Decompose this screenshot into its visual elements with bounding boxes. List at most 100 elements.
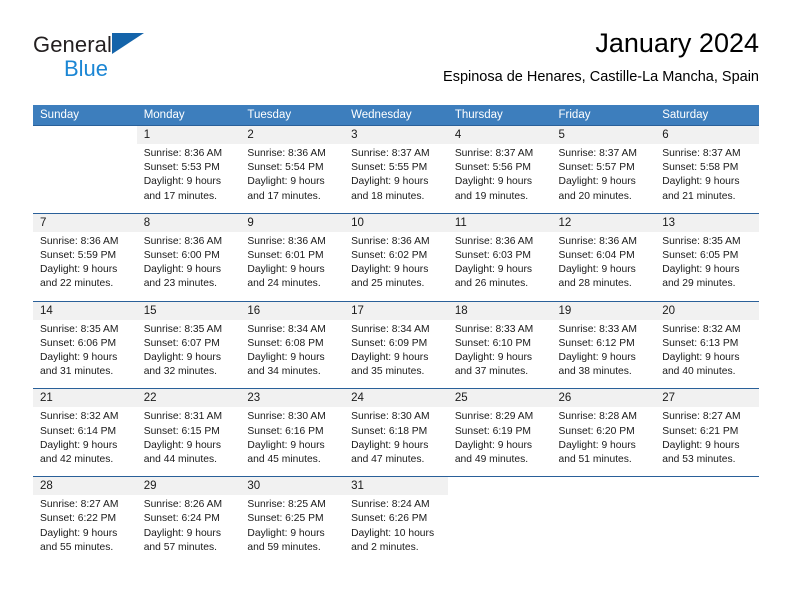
day-cell[interactable]: Sunrise: 8:34 AM Sunset: 6:09 PM Daylight:… <box>344 319 448 389</box>
daylight-text-cont: and 19 minutes. <box>454 190 529 202</box>
day-cell[interactable]: Sunrise: 8:32 AM Sunset: 6:14 PM Daylight:… <box>33 407 137 477</box>
daylight-text: Daylight: 9 hours <box>662 352 740 364</box>
sunrise-text: Sunrise: 8:27 AM <box>40 499 119 511</box>
day-cell[interactable]: Sunrise: 8:36 AM Sunset: 6:01 PM Daylight:… <box>240 231 345 302</box>
day-number[interactable]: 25 <box>447 388 552 408</box>
day-cell[interactable]: Sunrise: 8:36 AM Sunset: 5:54 PM Daylight:… <box>240 144 345 214</box>
triangle-icon <box>111 33 144 54</box>
day-number[interactable]: 24 <box>344 388 448 408</box>
day-number[interactable]: 23 <box>240 388 345 408</box>
day-cell[interactable]: Sunrise: 8:37 AM Sunset: 5:56 PM Daylight:… <box>447 144 552 214</box>
day-number[interactable]: 14 <box>33 301 137 320</box>
day-cell[interactable]: Sunrise: 8:35 AM Sunset: 6:07 PM Daylight:… <box>136 319 241 389</box>
day-number[interactable]: 16 <box>240 301 345 320</box>
day-number[interactable]: 8 <box>136 213 241 232</box>
day-cell[interactable]: Sunrise: 8:37 AM Sunset: 5:58 PM Daylight:… <box>655 144 759 214</box>
day-number[interactable]: 2 <box>240 125 345 144</box>
day-cell[interactable]: Sunrise: 8:31 AM Sunset: 6:15 PM Daylight:… <box>136 407 241 477</box>
day-cell[interactable]: Sunrise: 8:24 AM Sunset: 6:26 PM Daylight:… <box>344 495 448 565</box>
daylight-text: Daylight: 9 hours <box>558 176 636 188</box>
day-number[interactable]: 21 <box>33 388 137 408</box>
day-number[interactable]: 12 <box>551 213 656 232</box>
day-number[interactable]: 4 <box>447 125 552 144</box>
daylight-text: Daylight: 9 hours <box>143 264 221 276</box>
day-number[interactable]: 26 <box>551 388 656 408</box>
daylight-text: Daylight: 9 hours <box>247 176 325 188</box>
day-cell[interactable]: Sunrise: 8:36 AM Sunset: 5:59 PM Daylight:… <box>33 231 137 302</box>
day-cell[interactable]: Sunrise: 8:35 AM Sunset: 6:05 PM Daylight:… <box>655 231 759 302</box>
logo-word-blue: Blue <box>64 56 109 81</box>
day-number[interactable]: 31 <box>344 476 448 496</box>
day-cell[interactable]: Sunrise: 8:30 AM Sunset: 6:16 PM Daylight:… <box>240 407 345 477</box>
day-number[interactable]: 11 <box>447 213 552 232</box>
daylight-text-cont: and 28 minutes. <box>558 278 632 290</box>
day-cell[interactable]: Sunrise: 8:36 AM Sunset: 6:03 PM Daylight:… <box>447 231 552 302</box>
day-cell[interactable]: Sunrise: 8:30 AM Sunset: 6:18 PM Daylight:… <box>344 407 448 477</box>
daylight-text: Daylight: 9 hours <box>558 352 636 364</box>
day-number[interactable]: 30 <box>240 476 345 496</box>
week-detail-row: Sunrise: 8:36 AM Sunset: 5:59 PM Daylight:… <box>33 231 759 302</box>
title-block: January 2024 Espinosa de Henares, Castil… <box>443 26 759 88</box>
day-cell[interactable]: Sunrise: 8:36 AM Sunset: 6:02 PM Daylight:… <box>344 231 448 302</box>
day-number[interactable]: 6 <box>655 125 759 144</box>
day-cell[interactable]: Sunrise: 8:36 AM Sunset: 6:04 PM Daylight:… <box>551 231 656 302</box>
weekday-header-saturday: Saturday <box>655 105 759 126</box>
day-number[interactable]: 22 <box>136 388 241 408</box>
weekday-header-row: Sunday Monday Tuesday Wednesday Thursday… <box>33 105 759 126</box>
day-cell[interactable]: Sunrise: 8:25 AM Sunset: 6:25 PM Daylight:… <box>240 495 345 565</box>
day-number[interactable]: 18 <box>447 301 552 320</box>
sunrise-text: Sunrise: 8:34 AM <box>247 323 326 335</box>
sunrise-text: Sunrise: 8:31 AM <box>143 411 223 423</box>
day-cell[interactable]: Sunrise: 8:26 AM Sunset: 6:24 PM Daylight:… <box>136 495 241 565</box>
sunrise-text: Sunrise: 8:36 AM <box>247 235 326 247</box>
day-number[interactable]: 1 <box>136 125 241 144</box>
daylight-text: Daylight: 9 hours <box>40 527 118 539</box>
day-number[interactable]: 19 <box>551 301 656 320</box>
day-number[interactable]: 3 <box>344 125 448 144</box>
daylight-text: Daylight: 9 hours <box>558 264 636 276</box>
day-cell[interactable]: Sunrise: 8:33 AM Sunset: 6:10 PM Daylight:… <box>447 319 552 389</box>
day-number[interactable]: 27 <box>655 388 759 408</box>
day-cell[interactable]: Sunrise: 8:33 AM Sunset: 6:12 PM Daylight:… <box>551 319 656 389</box>
sunrise-text: Sunrise: 8:29 AM <box>454 411 534 423</box>
daylight-text-cont: and 55 minutes. <box>40 541 114 553</box>
daylight-text-cont: and 37 minutes. <box>454 366 529 378</box>
day-cell[interactable]: Sunrise: 8:36 AM Sunset: 6:00 PM Daylight:… <box>136 231 241 302</box>
daylight-text: Daylight: 9 hours <box>351 264 429 276</box>
sunset-text: Sunset: 6:05 PM <box>662 250 739 262</box>
day-cell-empty <box>551 495 656 565</box>
day-cell[interactable]: Sunrise: 8:34 AM Sunset: 6:08 PM Daylight:… <box>240 319 345 389</box>
day-cell[interactable]: Sunrise: 8:37 AM Sunset: 5:57 PM Daylight:… <box>551 144 656 214</box>
daylight-text-cont: and 17 minutes. <box>143 190 217 202</box>
day-cell[interactable]: Sunrise: 8:35 AM Sunset: 6:06 PM Daylight:… <box>33 319 137 389</box>
daylight-text: Daylight: 10 hours <box>351 527 435 539</box>
day-cell[interactable]: Sunrise: 8:32 AM Sunset: 6:13 PM Daylight:… <box>655 319 759 389</box>
day-number[interactable]: 13 <box>655 213 759 232</box>
day-cell[interactable]: Sunrise: 8:28 AM Sunset: 6:20 PM Daylight:… <box>551 407 656 477</box>
day-number[interactable]: 17 <box>344 301 448 320</box>
day-cell[interactable]: Sunrise: 8:36 AM Sunset: 5:53 PM Daylight:… <box>136 144 241 214</box>
day-number[interactable]: 29 <box>136 476 241 496</box>
day-cell[interactable]: Sunrise: 8:37 AM Sunset: 5:55 PM Daylight:… <box>344 144 448 214</box>
page-subtitle: Espinosa de Henares, Castille-La Mancha,… <box>443 69 759 85</box>
day-number[interactable]: 20 <box>655 301 759 320</box>
sunrise-text: Sunrise: 8:30 AM <box>351 411 430 423</box>
sunrise-text: Sunrise: 8:35 AM <box>662 235 741 247</box>
day-cell[interactable]: Sunrise: 8:27 AM Sunset: 6:21 PM Daylight:… <box>655 407 759 477</box>
day-number[interactable]: 15 <box>136 301 241 320</box>
daylight-text: Daylight: 9 hours <box>247 527 325 539</box>
day-number[interactable]: 7 <box>33 213 137 232</box>
sunset-text: Sunset: 6:14 PM <box>40 425 117 437</box>
sunset-text: Sunset: 6:24 PM <box>143 513 220 525</box>
week-daynumber-row: 123456 <box>33 125 759 144</box>
day-number[interactable]: 28 <box>33 476 137 496</box>
sunset-text: Sunset: 6:08 PM <box>247 337 324 349</box>
day-number[interactable]: 10 <box>344 213 448 232</box>
day-cell[interactable]: Sunrise: 8:29 AM Sunset: 6:19 PM Daylight:… <box>447 407 552 477</box>
week-daynumber-row: 28 29 30 31 <box>33 476 759 496</box>
general-blue-logo[interactable]: General Blue <box>33 32 253 88</box>
day-cell[interactable]: Sunrise: 8:27 AM Sunset: 6:22 PM Daylight:… <box>33 495 137 565</box>
daylight-text-cont: and 2 minutes. <box>351 541 419 553</box>
day-number[interactable]: 9 <box>240 213 345 232</box>
day-number[interactable]: 5 <box>551 125 656 144</box>
